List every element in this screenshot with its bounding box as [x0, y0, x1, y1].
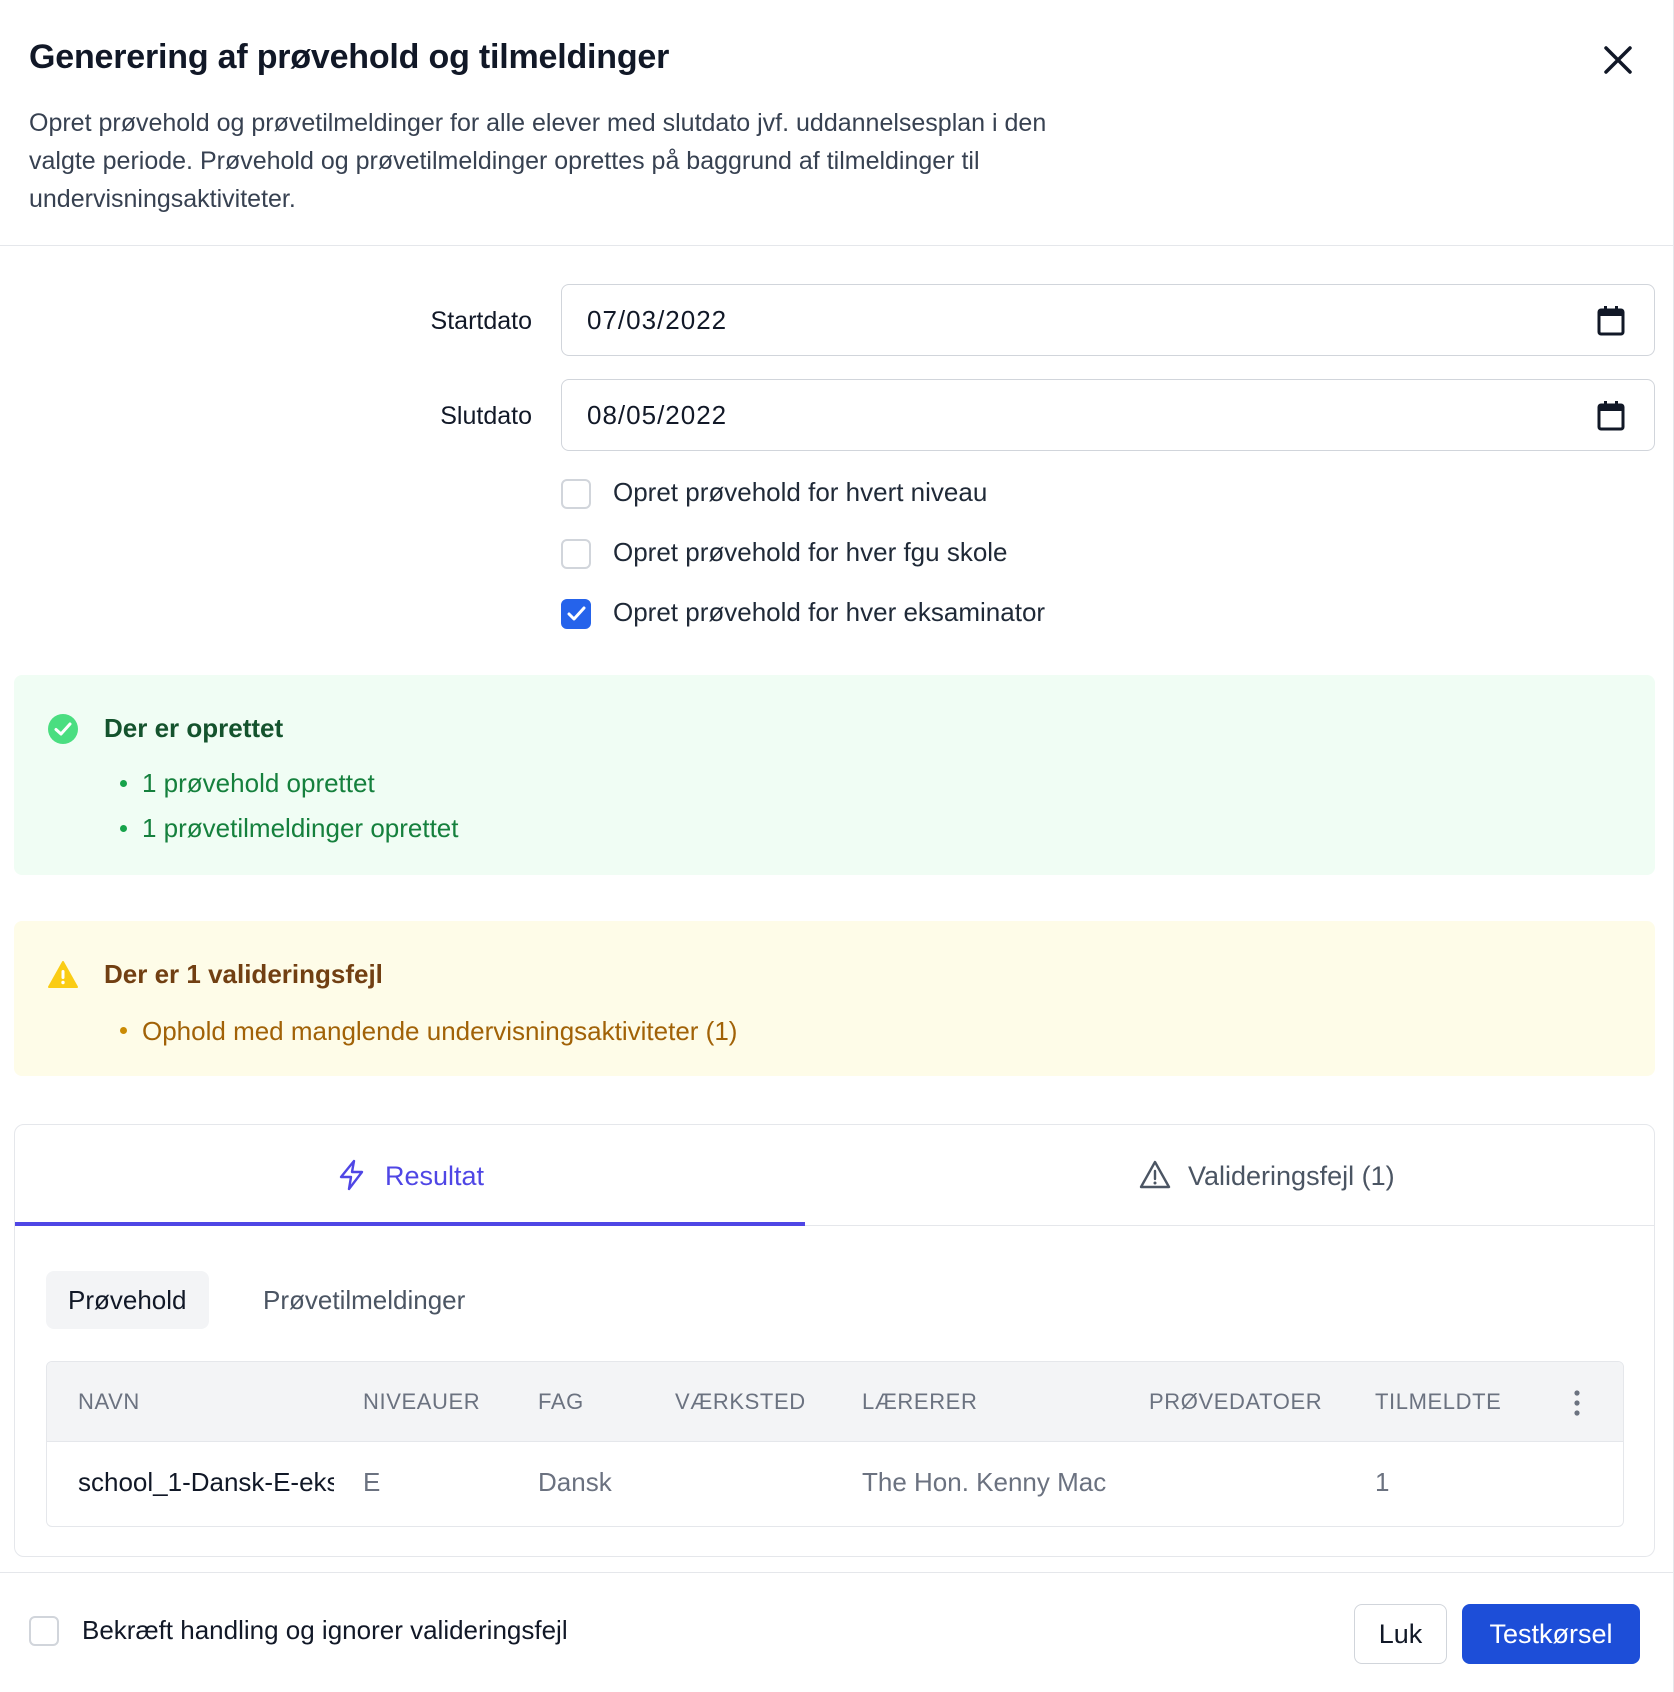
start-date-label: Startdato — [430, 307, 532, 335]
cell-teachers: The Hon. Kenny Mac — [862, 1467, 1107, 1497]
results-panel: Resultat Valideringsfejl (1) Prøvehold P… — [14, 1124, 1655, 1557]
generation-dialog: Generering af prøvehold og tilmeldinger … — [0, 0, 1674, 1692]
column-header[interactable]: NIVEAUER — [363, 1389, 480, 1415]
warning-triangle-icon — [1138, 1158, 1172, 1192]
more-options-icon[interactable] — [1572, 1388, 1582, 1418]
list-item: 1 prøvehold oprettet — [118, 761, 458, 806]
option-per-school-checkbox[interactable] — [561, 539, 591, 569]
table-header: NAVN NIVEAUER FAG VÆRKSTED LÆRERER PRØVE… — [47, 1362, 1623, 1442]
warning-triangle-icon — [47, 959, 79, 991]
warning-alert-title: Der er 1 valideringsfejl — [104, 959, 383, 989]
column-header[interactable]: NAVN — [78, 1389, 140, 1415]
dialog-footer: Bekræft handling og ignorer valideringsf… — [0, 1572, 1674, 1692]
success-alert-list: 1 prøvehold oprettet 1 prøvetilmeldinger… — [118, 761, 458, 851]
dialog-title: Generering af prøvehold og tilmeldinger — [29, 38, 670, 76]
subtab-prøvetilmeldinger[interactable]: Prøvetilmeldinger — [241, 1271, 487, 1329]
column-header[interactable]: PRØVEDATOER — [1149, 1389, 1322, 1415]
start-date-input[interactable]: 07/03/2022 — [561, 284, 1655, 356]
check-circle-icon — [47, 713, 79, 745]
start-date-value: 07/03/2022 — [587, 305, 728, 335]
tab-bar: Resultat Valideringsfejl (1) — [15, 1125, 1654, 1226]
end-date-value: 08/05/2022 — [587, 400, 728, 430]
confirm-ignore-label: Bekræft handling og ignorer valideringsf… — [82, 1615, 568, 1645]
success-alert: Der er oprettet 1 prøvehold oprettet 1 p… — [14, 675, 1655, 875]
test-run-button[interactable]: Testkørsel — [1462, 1604, 1640, 1664]
confirm-ignore-checkbox[interactable] — [29, 1616, 59, 1646]
close-button[interactable]: Luk — [1354, 1604, 1447, 1664]
close-icon[interactable] — [1598, 40, 1638, 80]
tab-result-label: Resultat — [385, 1161, 485, 1191]
subtab-prøvehold[interactable]: Prøvehold — [46, 1271, 209, 1329]
cell-subject: Dansk — [538, 1467, 612, 1497]
tab-result[interactable]: Resultat — [15, 1125, 805, 1226]
list-item: Ophold med manglende undervisningsaktivi… — [118, 1011, 737, 1051]
calendar-icon[interactable] — [1596, 305, 1626, 337]
option-per-level-label: Opret prøvehold for hvert niveau — [613, 477, 988, 507]
tab-validation-errors[interactable]: Valideringsfejl (1) — [805, 1125, 1654, 1226]
success-alert-title: Der er oprettet — [104, 713, 284, 743]
tab-validation-errors-label: Valideringsfejl (1) — [1188, 1161, 1395, 1191]
option-per-level-checkbox[interactable] — [561, 479, 591, 509]
table-row[interactable]: school_1-Dansk-E-eksaminator E Dansk The… — [47, 1442, 1623, 1526]
column-header[interactable]: VÆRKSTED — [675, 1389, 806, 1415]
column-header[interactable]: LÆRERER — [862, 1389, 977, 1415]
lightning-icon — [335, 1158, 369, 1192]
dialog-description: Opret prøvehold og prøvetilmeldinger for… — [29, 109, 1047, 213]
column-header[interactable]: FAG — [538, 1389, 584, 1415]
cell-name: school_1-Dansk-E-eksaminator — [78, 1467, 334, 1497]
warning-alert: Der er 1 valideringsfejl Ophold med mang… — [14, 921, 1655, 1076]
results-table: NAVN NIVEAUER FAG VÆRKSTED LÆRERER PRØVE… — [46, 1361, 1624, 1527]
option-per-school-label: Opret prøvehold for hver fgu skole — [613, 537, 1008, 567]
end-date-label: Slutdato — [440, 402, 532, 430]
cell-enrolled: 1 — [1375, 1467, 1390, 1497]
warning-alert-list: Ophold med manglende undervisningsaktivi… — [118, 1011, 737, 1051]
end-date-input[interactable]: 08/05/2022 — [561, 379, 1655, 451]
dialog-header: Generering af prøvehold og tilmeldinger … — [0, 0, 1674, 246]
option-per-examiner-label: Opret prøvehold for hver eksaminator — [613, 597, 1046, 627]
option-per-examiner-checkbox[interactable] — [561, 599, 591, 629]
checkmark-icon — [567, 606, 586, 621]
calendar-icon[interactable] — [1596, 400, 1626, 432]
cell-level: E — [363, 1467, 381, 1497]
list-item: 1 prøvetilmeldinger oprettet — [118, 806, 458, 851]
column-header[interactable]: TILMELDTE — [1375, 1389, 1501, 1415]
